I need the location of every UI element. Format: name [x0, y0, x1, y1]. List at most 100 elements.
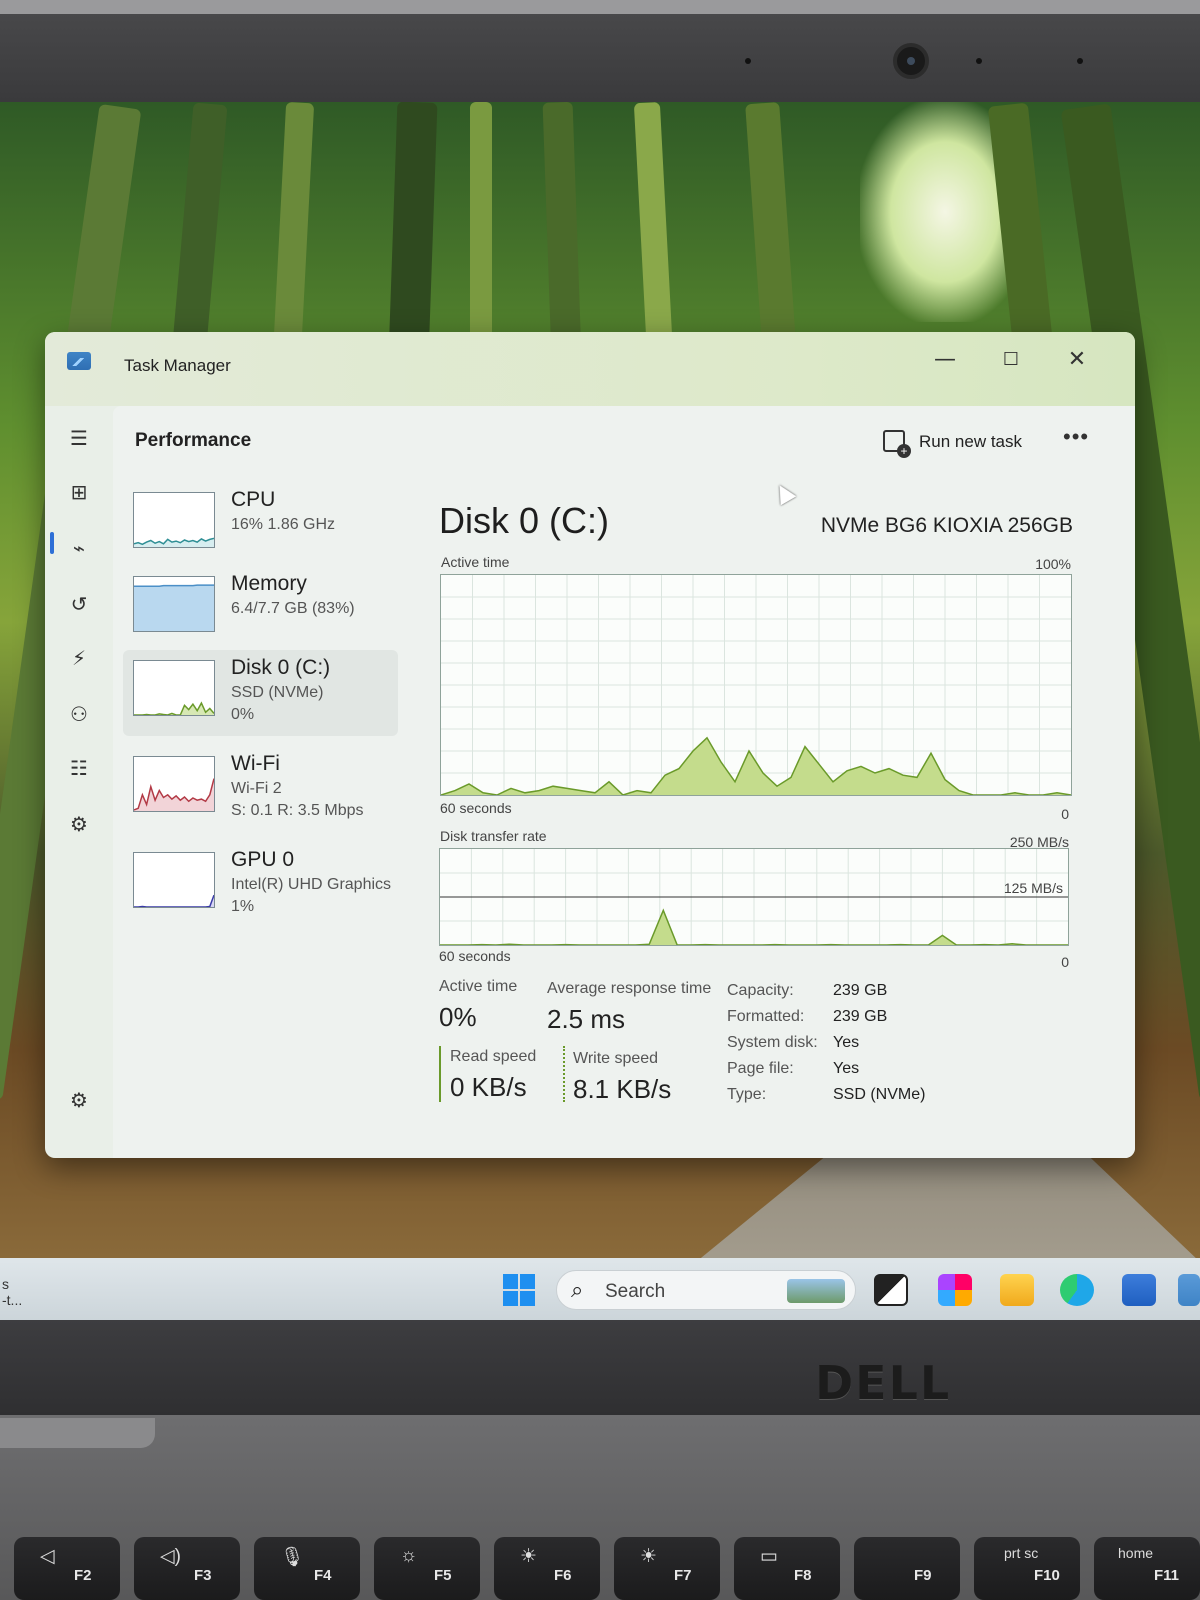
key-f6[interactable]: ☀ F6: [494, 1537, 600, 1600]
transfer-rate-graph: [439, 848, 1069, 946]
minimize-button[interactable]: —: [915, 340, 975, 380]
mouse-cursor-icon: [771, 480, 797, 506]
active-time-graph-label: Active time: [441, 554, 510, 570]
device-detail: 16% 1.86 GHz: [231, 516, 336, 533]
page-title: Performance: [135, 430, 252, 451]
disk-thumbnail-graph: [133, 660, 215, 716]
sensor-dot: [1077, 58, 1083, 64]
services-icon[interactable]: ⚙: [65, 810, 93, 838]
device-usage: 0%: [231, 706, 255, 723]
page-file-label: Page file:: [727, 1060, 794, 1077]
laptop-chin: DELL: [0, 1320, 1200, 1415]
gpu-thumb-series-area: [134, 895, 214, 907]
active-time-min-label: 0: [1061, 806, 1069, 822]
widget-line: s: [2, 1276, 9, 1292]
key-label: F11: [1154, 1567, 1180, 1584]
system-disk-label: System disk:: [727, 1034, 818, 1051]
laptop-hinge: [0, 1418, 155, 1448]
startup-apps-icon[interactable]: ⚡: [65, 644, 93, 672]
settings-icon[interactable]: ⚙: [65, 1086, 93, 1114]
taskbar-search[interactable]: ⌕ Search: [556, 1270, 856, 1310]
transfer-rate-graph-label: Disk transfer rate: [440, 828, 547, 844]
read-speed-marker: [439, 1046, 441, 1102]
maximize-button[interactable]: ☐: [981, 340, 1041, 380]
nav-selection-indicator: [50, 532, 54, 554]
formatted-value: 239 GB: [833, 1008, 888, 1025]
key-f10[interactable]: prt sc F10: [974, 1537, 1080, 1600]
active-time-stat-value: 0%: [439, 1002, 477, 1032]
function-key-row: ◁ F2 ◁) F3 🎙 F4 ☼ F5 ☀ F6 ☀ F7 ▭ F8 F9 prt sc F1…: [0, 1537, 1200, 1600]
device-name: Memory: [231, 572, 307, 595]
device-item-wifi[interactable]: Wi-Fi Wi-Fi 2 S: 0.1 R: 3.5 Mbps: [123, 746, 398, 832]
write-speed-value: 8.1 KB/s: [573, 1074, 672, 1104]
start-button[interactable]: [503, 1274, 535, 1306]
task-manager-taskbar-icon[interactable]: [1178, 1274, 1200, 1306]
key-symbol: ☀: [640, 1546, 658, 1567]
transfer-rate-span-label: 60 seconds: [439, 948, 511, 964]
window-title: Task Manager: [124, 356, 231, 375]
key-label: F5: [434, 1567, 452, 1584]
wifi-thumbnail-graph: [133, 756, 215, 812]
windows-logo-tile: [520, 1291, 535, 1306]
details-icon[interactable]: ☷: [65, 754, 93, 782]
file-explorer-icon[interactable]: [1000, 1274, 1034, 1306]
transfer-rate-min-label: 0: [1061, 954, 1069, 970]
key-f9[interactable]: F9: [854, 1537, 960, 1600]
transfer-rate-mid-label: 125 MB/s: [1003, 880, 1063, 896]
key-label: F7: [674, 1567, 692, 1584]
device-name: Disk 0 (C:): [231, 656, 331, 679]
performance-icon[interactable]: ⌁: [65, 534, 93, 562]
key-symbol: ◁: [40, 1546, 55, 1567]
active-time-span-label: 60 seconds: [440, 800, 512, 816]
capacity-label: Capacity:: [727, 982, 794, 999]
taskbar-widget-text[interactable]: s -t...: [2, 1276, 22, 1308]
system-disk-value: Yes: [833, 1034, 860, 1051]
memory-thumb-series-area: [134, 585, 214, 631]
edge-icon[interactable]: [1060, 1274, 1094, 1306]
key-symbol: ◁): [160, 1546, 181, 1567]
key-label: F3: [194, 1567, 212, 1584]
close-button[interactable]: ✕: [1047, 340, 1107, 380]
search-icon: ⌕: [571, 1277, 584, 1302]
active-time-graph: [440, 574, 1072, 796]
device-detail: Wi-Fi 2: [231, 780, 282, 797]
taskbar: s -t... ⌕ Search: [0, 1258, 1200, 1320]
search-highlight-icon: [787, 1279, 845, 1303]
run-new-task-label: Run new task: [919, 432, 1022, 451]
users-icon[interactable]: ⚇: [65, 700, 93, 728]
device-item-cpu[interactable]: CPU 16% 1.86 GHz: [123, 482, 398, 568]
key-f5[interactable]: ☼ F5: [374, 1537, 480, 1600]
app-history-icon[interactable]: ↺: [65, 590, 93, 618]
device-item-disk[interactable]: Disk 0 (C:) SSD (NVMe) 0%: [123, 650, 398, 736]
task-view-icon[interactable]: [874, 1274, 908, 1306]
run-task-icon: [883, 430, 911, 458]
device-item-gpu[interactable]: GPU 0 Intel(R) UHD Graphics 1%: [123, 842, 398, 928]
key-f3[interactable]: ◁) F3: [134, 1537, 240, 1600]
device-name: CPU: [231, 488, 276, 511]
key-f8[interactable]: ▭ F8: [734, 1537, 840, 1600]
key-f4[interactable]: 🎙 F4: [254, 1537, 360, 1600]
performance-page: Performance Run new task ••• CPU 16% 1.8…: [113, 406, 1135, 1158]
write-speed-label: Write speed: [573, 1050, 659, 1067]
store-icon[interactable]: [1122, 1274, 1156, 1306]
key-f7[interactable]: ☀ F7: [614, 1537, 720, 1600]
device-item-memory[interactable]: Memory 6.4/7.7 GB (83%): [123, 566, 398, 652]
capacity-value: 239 GB: [833, 982, 888, 999]
copilot-icon[interactable]: [938, 1274, 972, 1306]
more-options-button[interactable]: •••: [1063, 424, 1089, 450]
key-symbol: home: [1118, 1545, 1154, 1561]
windows-logo-tile: [520, 1274, 535, 1289]
disk-model: NVMe BG6 KIOXIA 256GB: [820, 514, 1073, 537]
key-f11[interactable]: home F11: [1094, 1537, 1200, 1600]
processes-icon[interactable]: ⊞: [65, 478, 93, 506]
sensor-dot: [976, 58, 982, 64]
formatted-label: Formatted:: [727, 1008, 805, 1025]
navigation-rail: ☰ ⊞ ⌁ ↺ ⚡ ⚇ ☷ ⚙ ⚙: [45, 406, 113, 1158]
write-speed-marker: [563, 1046, 565, 1102]
title-bar[interactable]: Task Manager — ☐ ✕: [45, 332, 1135, 406]
key-symbol: ▭: [760, 1546, 778, 1567]
run-new-task-button[interactable]: Run new task: [883, 426, 1022, 458]
active-time-max-label: 100%: [1035, 556, 1071, 572]
hamburger-icon[interactable]: ☰: [65, 424, 93, 452]
key-f2[interactable]: ◁ F2: [14, 1537, 120, 1600]
